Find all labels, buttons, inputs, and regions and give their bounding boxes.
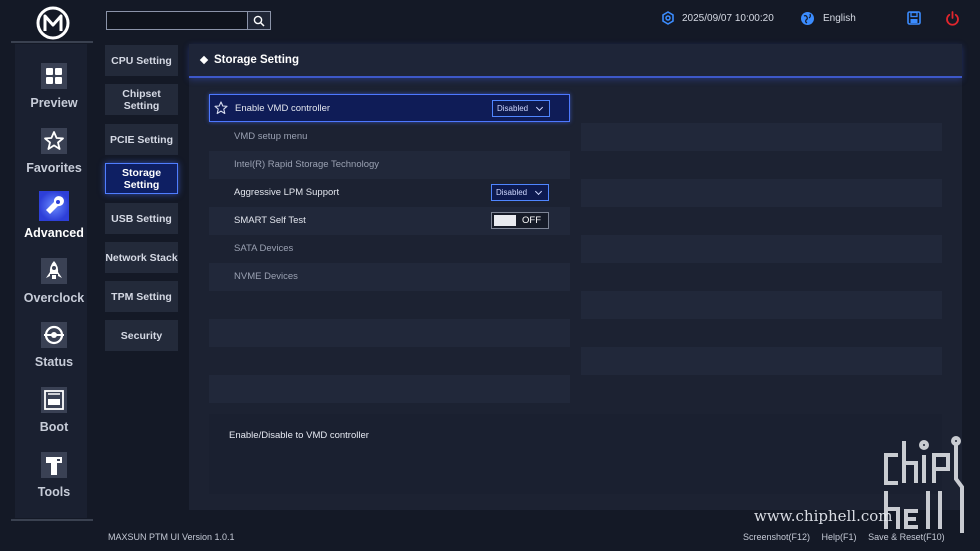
help-panel: Enable/Disable to VMD controller [209,414,942,494]
setting-row-empty [209,347,570,375]
submenu-cpu-setting[interactable]: CPU Setting [105,45,178,76]
setting-row-sata-devices[interactable]: SATA Devices [209,235,570,263]
setting-label: SMART Self Test [234,215,306,226]
chevron-down-icon [535,103,544,112]
nav-item-advanced[interactable]: Advanced [15,190,93,240]
globe-icon [801,11,814,25]
rocket-icon [41,258,67,284]
gear-icon [662,11,674,25]
search-icon [253,15,265,27]
save-button[interactable] [907,9,921,27]
vmd-controller-dropdown[interactable]: Disabled [492,100,550,117]
detail-row [581,291,942,319]
panel-header: Storage Setting [189,44,962,78]
language-label: English [823,12,856,24]
submenu-network-stack[interactable]: Network Stack [105,242,178,273]
help-button[interactable]: Help(F1) [822,532,857,542]
nav-item-overclock[interactable]: Overclock [15,255,93,305]
setting-row-enable-vmd[interactable]: Enable VMD controller Disabled [209,94,570,122]
nav-item-boot[interactable]: Boot [15,384,93,434]
star-outline-icon[interactable] [214,101,228,115]
detail-row [581,347,942,375]
power-button[interactable] [945,9,960,27]
detail-row [581,375,942,403]
setting-row-empty [209,291,570,319]
toggle-knob [494,215,516,226]
nav-item-preview[interactable]: Preview [15,60,93,110]
detail-row [581,319,942,347]
submenu-security[interactable]: Security [105,320,178,351]
setting-label: SATA Devices [234,243,294,254]
nav-label: Status [34,355,74,369]
nav-item-status[interactable]: Status [15,319,93,369]
setting-label: Enable VMD controller [235,103,331,114]
watermark-text: www.chiphell.com [754,507,893,525]
tools-icon [41,452,67,478]
detail-row [581,94,942,122]
maxsun-logo [36,6,70,40]
submenu-chipset-setting[interactable]: Chipset Setting [105,84,178,115]
setting-label: VMD setup menu [234,131,308,142]
setting-row-nvme-devices[interactable]: NVME Devices [209,263,570,291]
ssd-icon [41,387,67,413]
submenu-tpm-setting[interactable]: TPM Setting [105,281,178,312]
version-label: MAXSUN PTM UI Version 1.0.1 [108,532,235,542]
setting-label: NVME Devices [234,271,298,282]
setting-row-empty [209,319,570,347]
eye-gear-icon [41,322,67,348]
power-icon [946,10,959,26]
nav-label: Tools [37,485,71,499]
detail-row [581,207,942,235]
detail-row [581,263,942,291]
nav-label: Overclock [23,291,85,305]
dropdown-value: Disabled [496,188,528,197]
submenu-usb-setting[interactable]: USB Setting [105,203,178,234]
toggle-state: OFF [522,215,541,226]
diamond-icon [199,55,209,65]
main-nav: Preview Favorites Advanced Overclock Sta… [11,41,93,521]
chevron-down-icon [534,187,543,196]
search-input[interactable] [106,11,248,30]
language-selector[interactable]: English [800,9,856,27]
setting-row-intel-rst[interactable]: Intel(R) Rapid Storage Technology [209,151,570,179]
detail-row [581,235,942,263]
smart-self-test-toggle[interactable]: OFF [491,212,549,229]
detail-row [581,151,942,179]
nav-item-tools[interactable]: Tools [15,449,93,499]
nav-label: Advanced [24,226,84,240]
detail-row [581,179,942,207]
setting-row-aggressive-lpm[interactable]: Aggressive LPM Support Disabled [209,179,570,207]
setting-label: Intel(R) Rapid Storage Technology [234,159,380,170]
aggressive-lpm-dropdown[interactable]: Disabled [491,184,549,201]
setting-row-empty [209,375,570,403]
star-icon [41,128,67,154]
setting-row-smart-self-test[interactable]: SMART Self Test OFF [209,207,570,235]
chiphell-watermark-logo [884,436,964,533]
detail-row [581,123,942,151]
screenshot-button[interactable]: Screenshot(F12) [743,532,810,542]
datetime-display: 2025/09/07 10:00:20 [661,9,774,27]
submenu-pcie-setting[interactable]: PCIE Setting [105,124,178,155]
nav-item-favorites[interactable]: Favorites [15,125,93,175]
grid-icon [41,63,67,89]
setting-row-vmd-setup-menu[interactable]: VMD setup menu [209,123,570,151]
submenu-storage-setting[interactable]: Storage Setting [105,163,178,194]
settings-panel: Storage Setting Enable VMD controller Di… [189,44,962,510]
wrench-icon [39,191,69,221]
datetime-text: 2025/09/07 10:00:20 [682,12,774,24]
nav-label: Preview [30,96,78,110]
help-text: Enable/Disable to VMD controller [229,430,369,441]
page-title: Storage Setting [214,54,299,66]
nav-label: Favorites [26,161,82,175]
nav-label: Boot [39,420,69,434]
setting-label: Aggressive LPM Support [234,187,340,198]
search-button[interactable] [247,11,271,30]
save-icon [907,11,921,25]
dropdown-value: Disabled [497,104,529,113]
